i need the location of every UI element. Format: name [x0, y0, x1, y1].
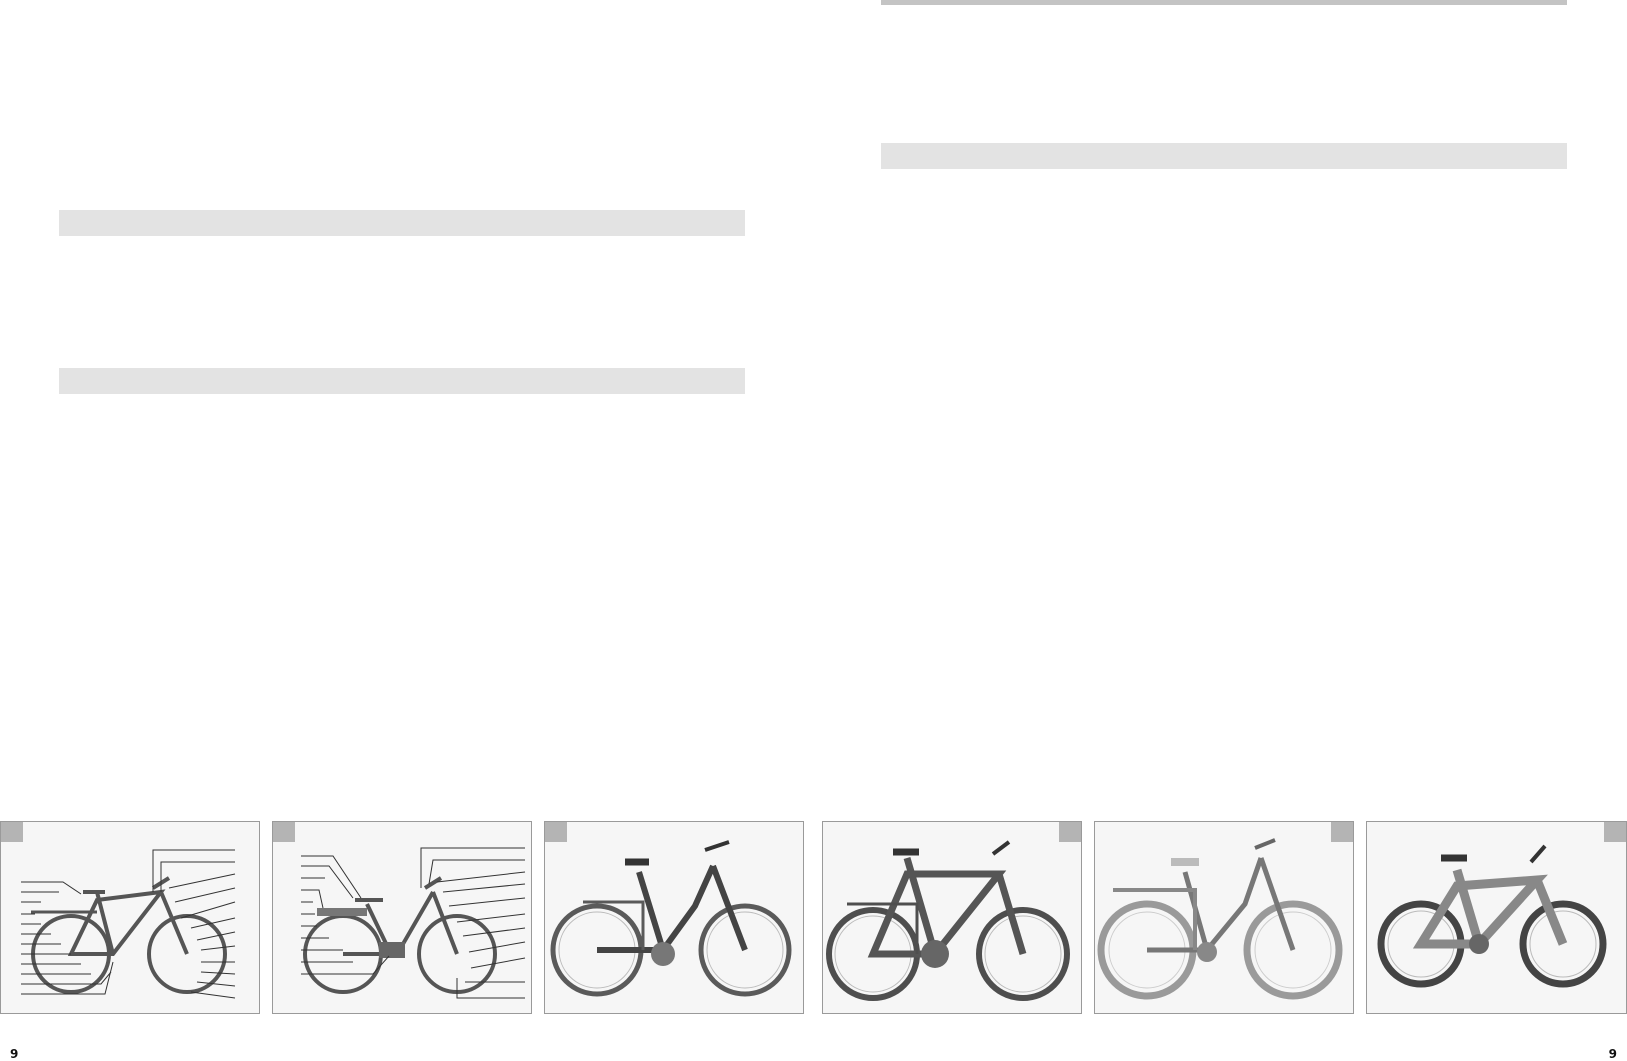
figure-bike-photo-low-step — [544, 821, 804, 1014]
figure-bike-diagram-trekking — [0, 821, 260, 1014]
top-rule — [881, 0, 1567, 5]
bicycle-photo-icon — [550, 840, 792, 997]
figure-bike-photo-trekking-men — [822, 821, 1082, 1014]
section-heading-bar-2 — [59, 368, 745, 394]
bicycle-photo-icon — [1097, 838, 1343, 1000]
bicycle-diagram-icon — [301, 847, 526, 999]
bicycle-diagram-icon — [21, 849, 236, 999]
figure-bike-diagram-ebike — [272, 821, 532, 1014]
figure-bike-photo-kids — [1366, 821, 1627, 1014]
page-number-right: 9 — [1608, 1047, 1617, 1061]
section-heading-bar-1 — [59, 210, 745, 236]
page-number-left: 9 — [10, 1047, 19, 1061]
section-heading-bar-3 — [881, 143, 1567, 169]
bicycle-photo-icon — [1377, 844, 1607, 988]
bicycle-photo-icon — [826, 840, 1070, 1001]
figure-bike-photo-city-women — [1094, 821, 1354, 1014]
